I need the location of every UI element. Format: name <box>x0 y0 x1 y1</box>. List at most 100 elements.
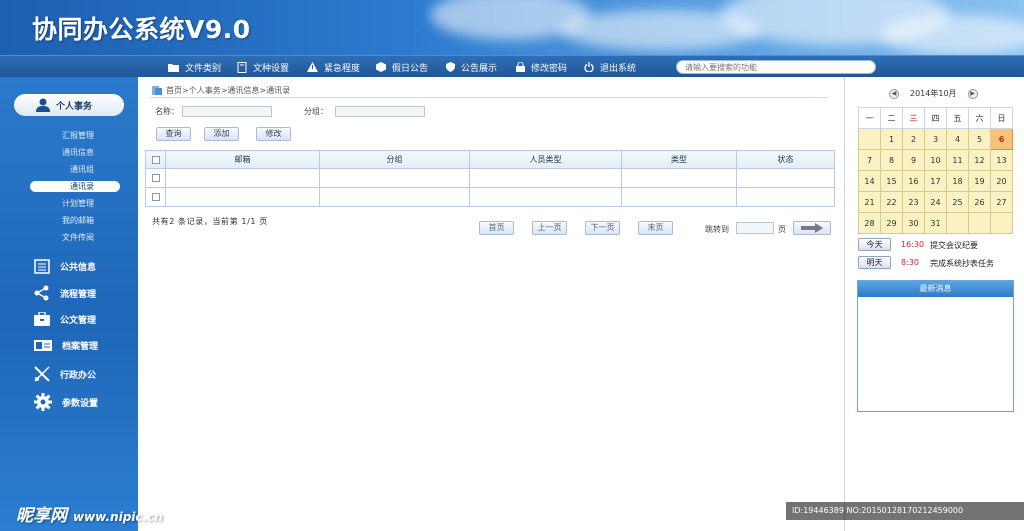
day-cell[interactable]: 21 <box>858 191 881 213</box>
sidebar-menu-admin[interactable]: 行政办公 <box>34 366 96 382</box>
sidebar-header-label: 个人事务 <box>56 101 93 112</box>
table-cell <box>165 187 320 207</box>
group-label: 分组： <box>304 107 328 116</box>
column-header-email[interactable]: 邮箱 <box>165 150 320 169</box>
table-row[interactable] <box>145 187 835 207</box>
next-month-button[interactable]: ▶ <box>967 88 978 99</box>
day-cell[interactable]: 22 <box>880 191 903 213</box>
day-cell[interactable]: 17 <box>924 170 947 192</box>
day-cell[interactable]: 3 <box>924 128 947 150</box>
jump-page-input[interactable] <box>736 222 774 234</box>
day-cell[interactable]: 28 <box>858 212 881 234</box>
nav-holiday-notice[interactable]: 假日公告 <box>376 60 428 74</box>
search-input[interactable] <box>676 60 876 74</box>
day-cell[interactable]: 18 <box>946 170 969 192</box>
name-input[interactable] <box>182 106 272 117</box>
sidebar-menu-settings[interactable]: 参数设置 <box>34 393 98 411</box>
box-icon <box>376 62 386 72</box>
row-checkbox[interactable] <box>151 193 160 201</box>
prev-month-button[interactable]: ◀ <box>889 88 899 99</box>
day-cell[interactable]: 1 <box>880 128 903 150</box>
day-cell[interactable]: 12 <box>968 149 991 171</box>
day-cell[interactable]: 25 <box>946 191 969 213</box>
day-cell[interactable]: 10 <box>924 149 947 171</box>
column-header-status[interactable]: 状态 <box>736 150 835 169</box>
sidebar-menu-documents[interactable]: 公文管理 <box>34 312 96 326</box>
day-cell[interactable]: 13 <box>990 149 1013 171</box>
day-cell[interactable] <box>968 212 991 234</box>
sidebar-sub-item[interactable]: 通讯组 <box>70 164 94 175</box>
sidebar-menu-archives[interactable]: 档案管理 <box>34 339 98 352</box>
sidebar-sub-item[interactable]: 文件传阅 <box>62 232 94 243</box>
row-select-cell[interactable] <box>145 187 166 207</box>
first-page-button[interactable]: 首页 <box>479 221 514 235</box>
jump-label: 跳转到 <box>705 225 729 234</box>
sidebar-menu-public-info[interactable]: 公共信息 <box>34 258 96 274</box>
day-cell[interactable]: 16 <box>902 170 925 192</box>
sidebar-menu-label: 行政办公 <box>60 370 97 381</box>
row-checkbox[interactable] <box>151 174 160 182</box>
query-button[interactable]: 查询 <box>156 127 191 141</box>
day-cell[interactable]: 8 <box>880 149 903 171</box>
home-page-icon <box>152 86 162 95</box>
sidebar-sub-item[interactable]: 我的邮箱 <box>62 215 94 226</box>
day-cell[interactable]: 14 <box>858 170 881 192</box>
column-header-type[interactable]: 类型 <box>621 150 737 169</box>
go-button[interactable] <box>793 221 831 235</box>
day-cell[interactable]: 2 <box>902 128 925 150</box>
last-page-button[interactable]: 末页 <box>638 221 673 235</box>
sidebar-header-personal[interactable]: 个人事务 <box>14 94 124 116</box>
day-cell[interactable]: 4 <box>946 128 969 150</box>
nav-announcements[interactable]: 公告展示 <box>446 60 497 74</box>
tools-icon <box>34 366 50 382</box>
day-cell[interactable]: 9 <box>902 149 925 171</box>
table-cell <box>736 168 835 188</box>
day-cell[interactable] <box>946 212 969 234</box>
day-cell[interactable]: 26 <box>968 191 991 213</box>
day-cell[interactable] <box>990 212 1013 234</box>
day-cell[interactable]: 31 <box>924 212 947 234</box>
news-title: 最新消息 <box>858 281 1013 297</box>
nav-change-password[interactable]: 修改密码 <box>516 60 567 74</box>
watermark-id: ID:19446389 NO:20150128170212459000 <box>786 502 1024 520</box>
breadcrumb-text: 首页>个人事务>通讯信息>通讯录 <box>166 86 291 95</box>
sidebar-sub-item-active[interactable]: 通讯录 <box>30 181 120 192</box>
column-header-person-type[interactable]: 人员类型 <box>469 150 622 169</box>
sidebar-menu-workflow[interactable]: 流程管理 <box>34 285 96 301</box>
sidebar-sub-item[interactable]: 计划管理 <box>62 198 94 209</box>
table-row[interactable] <box>145 168 835 188</box>
day-cell[interactable]: 23 <box>902 191 925 213</box>
day-cell[interactable]: 19 <box>968 170 991 192</box>
day-cell[interactable]: 30 <box>902 212 925 234</box>
day-cell[interactable]: 29 <box>880 212 903 234</box>
day-cell[interactable]: 11 <box>946 149 969 171</box>
edit-button[interactable]: 修改 <box>256 127 291 141</box>
column-header-group[interactable]: 分组 <box>319 150 470 169</box>
nav-urgency[interactable]: 紧急程度 <box>307 60 360 74</box>
tomorrow-button[interactable]: 明天 <box>858 256 891 269</box>
prev-page-button[interactable]: 上一页 <box>532 221 567 235</box>
row-select-cell[interactable] <box>145 168 166 188</box>
select-all-checkbox[interactable] <box>151 155 160 164</box>
sidebar-menu-label: 参数设置 <box>62 398 99 409</box>
select-all-cell[interactable] <box>145 150 166 169</box>
add-button[interactable]: 添加 <box>204 127 239 141</box>
day-cell[interactable]: 20 <box>990 170 1013 192</box>
today-cell[interactable]: 6 <box>990 128 1013 150</box>
next-page-button[interactable]: 下一页 <box>585 221 620 235</box>
sidebar-sub-item[interactable]: 通讯信息 <box>62 147 94 158</box>
day-cell[interactable]: 7 <box>858 149 881 171</box>
day-cell[interactable]: 24 <box>924 191 947 213</box>
sidebar-sub-item[interactable]: 汇报管理 <box>62 130 94 141</box>
day-cell[interactable] <box>858 128 881 150</box>
day-cell[interactable]: 15 <box>880 170 903 192</box>
day-cell[interactable]: 27 <box>990 191 1013 213</box>
weekday-cell: 五 <box>946 107 969 129</box>
nav-doc-settings[interactable]: 文种设置 <box>237 60 289 74</box>
nav-file-category[interactable]: 文件类别 <box>168 60 221 74</box>
group-input[interactable] <box>335 106 425 117</box>
today-button[interactable]: 今天 <box>858 238 891 251</box>
weekday-cell: 四 <box>924 107 947 129</box>
nav-logout[interactable]: 退出系统 <box>584 60 636 74</box>
day-cell[interactable]: 5 <box>968 128 991 150</box>
